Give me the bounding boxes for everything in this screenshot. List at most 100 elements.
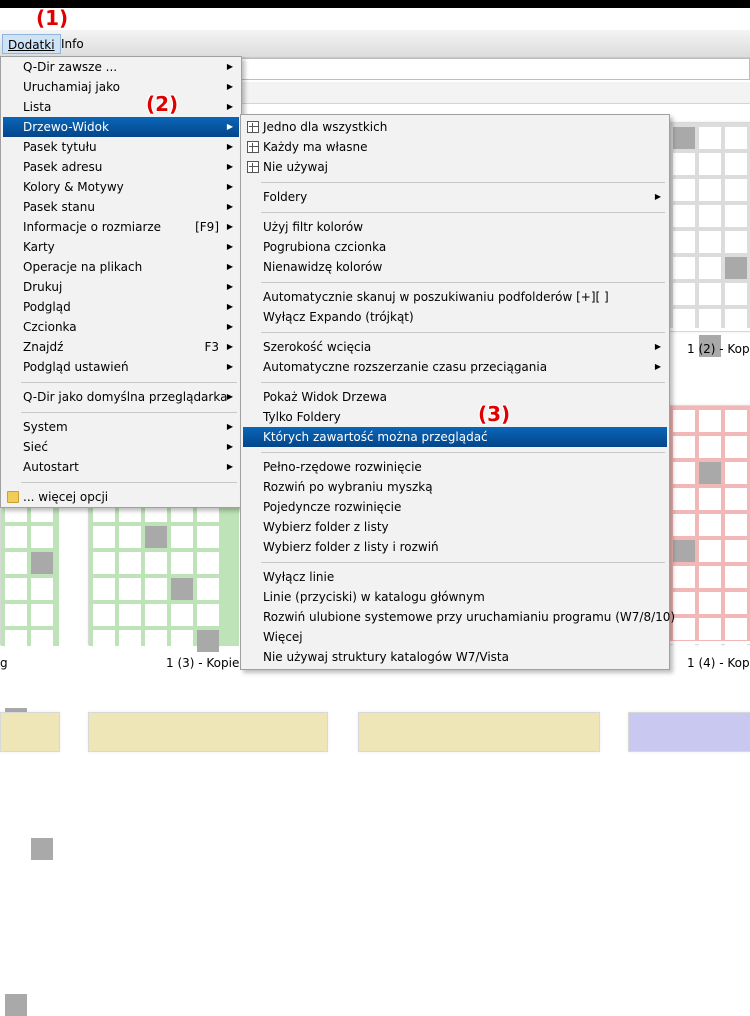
menu-item-q-dir-zawsze[interactable]: Q-Dir zawsze ... ▶: [3, 57, 239, 77]
thumbnail-grid: [669, 406, 750, 666]
menu-item-podglad[interactable]: Podgląd ▶: [3, 297, 239, 317]
menu-item-q-dir-domyslna[interactable]: Q-Dir jako domyślna przeglądarka ▶: [3, 387, 239, 407]
submenu-item-tylko-foldery[interactable]: Tylko Foldery: [243, 407, 667, 427]
thumbnail-cell: [725, 436, 747, 458]
thumbnail-grid: [89, 496, 239, 704]
thumbnail-cell: [725, 309, 747, 331]
thumbnail-cell: [171, 682, 193, 704]
menu-item-operacje-na-plikach[interactable]: Operacje na plikach ▶: [3, 257, 239, 277]
thumbnail-cell: [725, 283, 747, 305]
thumbnail-yellow[interactable]: [0, 712, 60, 752]
menu-item-czcionka[interactable]: Czcionka ▶: [3, 317, 239, 337]
thumbnail-cell: [119, 578, 141, 600]
submenu-item-jedno-dla-wszystkich[interactable]: Jedno dla wszystkich: [243, 117, 667, 137]
thumbnail-cell: [31, 552, 53, 574]
menu-item-system[interactable]: System ▶: [3, 417, 239, 437]
menu-item-karty[interactable]: Karty ▶: [3, 237, 239, 257]
submenu-item-szerokosc-wciecia[interactable]: Szerokość wcięcia ▶: [243, 337, 667, 357]
submenu-item-wybierz-folder-rozwin[interactable]: Wybierz folder z listy i rozwiń: [243, 537, 667, 557]
submenu-item-nie-uzywaj-struktury[interactable]: Nie używaj struktury katalogów W7/Vista: [243, 647, 667, 667]
submenu-item-wiecej[interactable]: Więcej: [243, 627, 667, 647]
thumbnail-cell: [31, 682, 53, 704]
arrow-right-icon: ▶: [226, 202, 233, 211]
thumbnail-cell: [171, 552, 193, 574]
thumbnail-cell: [725, 205, 747, 227]
thumbnail-cell: [699, 231, 721, 253]
thumbnail-cell: [725, 592, 747, 614]
thumbnail-cell: [699, 436, 721, 458]
arrow-right-icon: ▶: [654, 362, 661, 371]
menu-item-kolory-motywy[interactable]: Kolory & Motywy ▶: [3, 177, 239, 197]
menu-item-drukuj[interactable]: Drukuj ▶: [3, 277, 239, 297]
thumbnail-cell: [699, 205, 721, 227]
thumbnail-red[interactable]: [668, 405, 750, 666]
submenu-item-automatyczne-rozszerzanie[interactable]: Automatyczne rozszerzanie czasu przeciąg…: [243, 357, 667, 377]
submenu-item-wylacz-linie[interactable]: Wyłącz linie: [243, 567, 667, 587]
menu-item-pasek-tytulu[interactable]: Pasek tytułu ▶: [3, 137, 239, 157]
menu-info[interactable]: Info: [56, 34, 89, 54]
thumbnail-green-left[interactable]: [0, 495, 59, 1016]
menu-item-znajdz[interactable]: Znajdź F3 ▶: [3, 337, 239, 357]
submenu-item-nienawidze-kolorow[interactable]: Nienawidzę kolorów: [243, 257, 667, 277]
thumbnail-cell: [93, 656, 115, 678]
thumbnail-cell: [197, 552, 219, 574]
submenu-item-wylacz-expando[interactable]: Wyłącz Expando (trójkąt): [243, 307, 667, 327]
menu-item-podglad-ustawien[interactable]: Podgląd ustawień ▶: [3, 357, 239, 377]
arrow-right-icon: ▶: [226, 182, 233, 191]
thumbnail-cell: [31, 630, 53, 652]
menu-item-lista[interactable]: Lista ▶: [3, 97, 239, 117]
thumbnail-cell: [171, 630, 193, 652]
submenu-item-pokaz-widok-drzewa[interactable]: Pokaż Widok Drzewa: [243, 387, 667, 407]
menu-item-drzewo-widok[interactable]: Drzewo-Widok ▶: [3, 117, 239, 137]
thumbnail-yellow[interactable]: [88, 712, 328, 752]
submenu-item-uzyj-filtr-kolorow[interactable]: Użyj filtr kolorów: [243, 217, 667, 237]
thumbnail-cell: [725, 514, 747, 536]
arrow-right-icon: ▶: [654, 342, 661, 351]
submenu-item-ktorych-zawartosc[interactable]: Których zawartość można przeglądać: [243, 427, 667, 447]
submenu-item-kazdy-ma-wlasne[interactable]: Każdy ma własne: [243, 137, 667, 157]
thumbnail-cell: [5, 656, 27, 678]
submenu-item-wybierz-folder[interactable]: Wybierz folder z listy: [243, 517, 667, 537]
thumbnail-cell: [31, 656, 53, 678]
menu-item-autostart[interactable]: Autostart ▶: [3, 457, 239, 477]
submenu-item-pelno-rzedowe[interactable]: Pełno-rzędowe rozwinięcie: [243, 457, 667, 477]
submenu-item-pogrubiona-czcionka[interactable]: Pogrubiona czcionka: [243, 237, 667, 257]
submenu-item-automatycznie-skanuj[interactable]: Automatycznie skanuj w poszukiwaniu podf…: [243, 287, 667, 307]
thumbnail-cell: [673, 309, 695, 331]
menu-item-pasek-stanu[interactable]: Pasek stanu ▶: [3, 197, 239, 217]
thumbnail-yellow[interactable]: [358, 712, 600, 752]
thumbnail-cell: [5, 682, 27, 704]
menu-item-siec[interactable]: Sieć ▶: [3, 437, 239, 457]
thumbnail-cell: [673, 410, 695, 432]
thumbnail-cell: [31, 578, 53, 600]
thumbnail-cell: [31, 916, 53, 938]
thumbnail-cell: [725, 488, 747, 510]
menu-separator: [261, 382, 665, 383]
menu-item-wiecej-opcji[interactable]: ... więcej opcji: [3, 487, 239, 507]
thumbnail-green[interactable]: [88, 495, 239, 704]
thumbnail-cell: [699, 540, 721, 562]
thumbnail-cell: [197, 682, 219, 704]
menu-dodatki[interactable]: Dodatki: [2, 34, 61, 54]
submenu-item-foldery[interactable]: Foldery ▶: [243, 187, 667, 207]
submenu-item-rozwin-ulubione[interactable]: Rozwiń ulubione systemowe przy uruchamia…: [243, 607, 675, 627]
menu-item-uruchamiaj-jako[interactable]: Uruchamiaj jako ▶: [3, 77, 239, 97]
address-bar[interactable]: [200, 58, 750, 80]
thumbnail-cell: [31, 994, 53, 1016]
thumbnail-cell: [699, 592, 721, 614]
thumbnail-cell: [31, 812, 53, 834]
thumbnail-gray[interactable]: [668, 122, 750, 383]
thumbnail-cell: [197, 578, 219, 600]
submenu-item-linie-przyciski[interactable]: Linie (przyciski) w katalogu głównym: [243, 587, 667, 607]
menu-item-informacje-o-rozmiarze[interactable]: Informacje o rozmiarze [F9] ▶: [3, 217, 239, 237]
submenu-item-rozwin-po-wybraniu[interactable]: Rozwiń po wybraniu myszką: [243, 477, 667, 497]
arrow-right-icon: ▶: [226, 142, 233, 151]
thumbnail-cell: [5, 838, 27, 860]
thumbnail-blue[interactable]: [628, 712, 750, 752]
thumbnail-cell: [725, 179, 747, 201]
arrow-right-icon: ▶: [226, 282, 233, 291]
submenu-item-pojedyncze-rozwiniecie[interactable]: Pojedyncze rozwinięcie: [243, 497, 667, 517]
menu-item-pasek-adresu[interactable]: Pasek adresu ▶: [3, 157, 239, 177]
submenu-item-nie-uzywaj[interactable]: Nie używaj: [243, 157, 667, 177]
arrow-right-icon: ▶: [226, 392, 233, 401]
